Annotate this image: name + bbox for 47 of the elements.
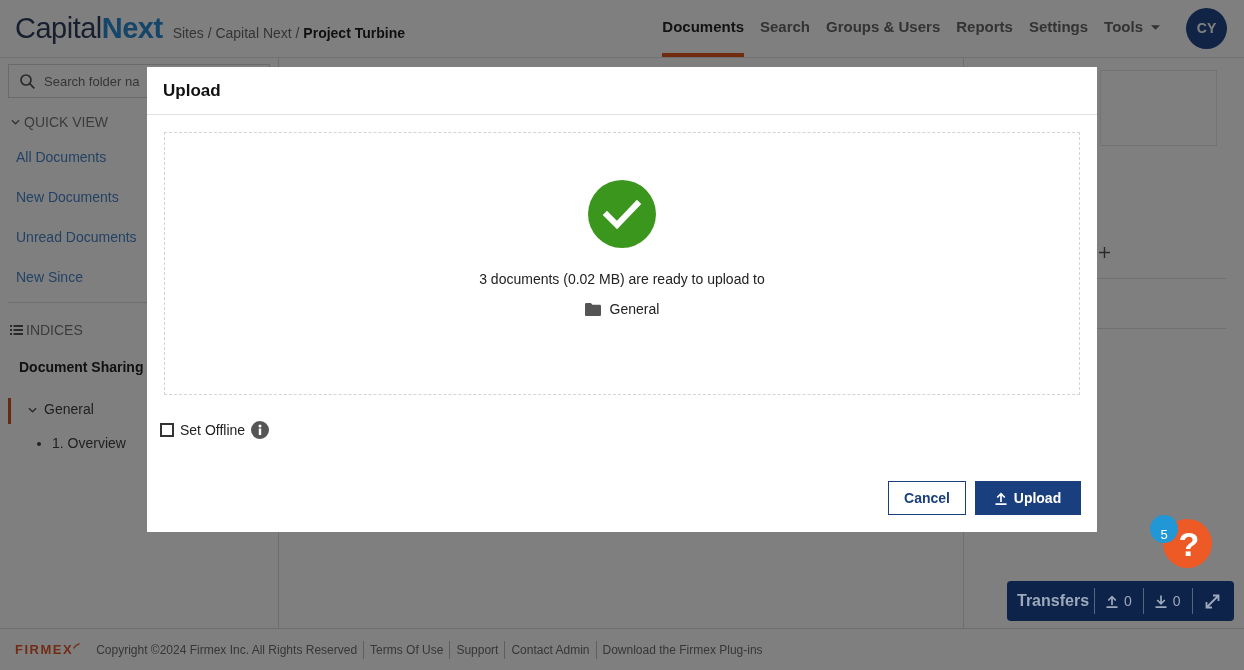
download-icon xyxy=(1154,594,1167,608)
notification-badge: 5 xyxy=(1150,515,1178,543)
quick-view-link[interactable]: All Documents xyxy=(16,147,107,167)
drop-zone[interactable]: 3 documents (0.02 MB) are ready to upload to General xyxy=(164,132,1080,395)
downloads-button[interactable]: 0 xyxy=(1143,590,1192,612)
chevron-down-icon[interactable] xyxy=(11,119,20,125)
nav-link[interactable]: Documents xyxy=(662,0,744,57)
plus-icon[interactable] xyxy=(1099,247,1110,258)
indices-heading: INDICES xyxy=(26,320,83,340)
footer-link[interactable]: Download the Firmex Plug-ins xyxy=(595,640,769,659)
chevron-down-icon[interactable] xyxy=(28,406,37,413)
nav-link[interactable]: Settings xyxy=(1028,0,1089,57)
user-avatar[interactable]: CY xyxy=(1186,8,1227,49)
folder-name: General xyxy=(609,300,660,319)
check-circle-icon xyxy=(588,180,656,248)
transfers-title: Transfers xyxy=(1016,591,1091,611)
quick-view-link[interactable]: New Since xyxy=(16,267,83,287)
expand-icon xyxy=(1204,593,1220,609)
quick-view-link[interactable]: New Documents xyxy=(16,187,119,207)
cancel-button[interactable]: Cancel xyxy=(888,481,966,515)
folder-icon xyxy=(584,302,601,316)
set-offline-checkbox[interactable] xyxy=(160,423,174,437)
quick-view-toggle[interactable]: QUICK VIEW xyxy=(8,112,108,132)
nav-link[interactable]: Reports xyxy=(956,0,1013,57)
upload-button[interactable]: Upload xyxy=(975,481,1081,515)
swoosh-icon xyxy=(73,643,81,649)
tools-menu-button[interactable]: Tools xyxy=(1104,0,1160,57)
footer-link[interactable]: Terms Of Use xyxy=(363,640,450,659)
bullet-icon xyxy=(37,441,41,446)
logo[interactable]: CapitalNext xyxy=(15,14,163,43)
upload-icon xyxy=(1106,594,1119,608)
search-icon xyxy=(20,74,35,89)
nav-link[interactable]: Search xyxy=(760,0,811,57)
list-icon xyxy=(10,325,23,335)
quick-view-link[interactable]: Unread Documents xyxy=(16,227,137,247)
copyright-text: Copyright ©2024 Firmex Inc. All Rights Reserved xyxy=(96,641,359,659)
caret-down-icon xyxy=(1151,25,1160,30)
uploads-button[interactable]: 0 xyxy=(1095,590,1143,612)
info-icon[interactable] xyxy=(251,421,270,439)
brand-logo: FIRMEX xyxy=(15,640,74,659)
upload-icon xyxy=(994,491,1007,505)
breadcrumb: Sites / Capital Next / Project Turbine xyxy=(172,23,405,43)
nav-link[interactable]: Groups & Users xyxy=(826,0,941,57)
index-root[interactable]: Document Sharing xyxy=(8,357,144,377)
footer-link[interactable]: Support xyxy=(449,640,505,659)
upload-message: 3 documents (0.02 MB) are ready to upload to xyxy=(479,270,765,289)
footer-link[interactable]: Contact Admin xyxy=(504,640,596,659)
